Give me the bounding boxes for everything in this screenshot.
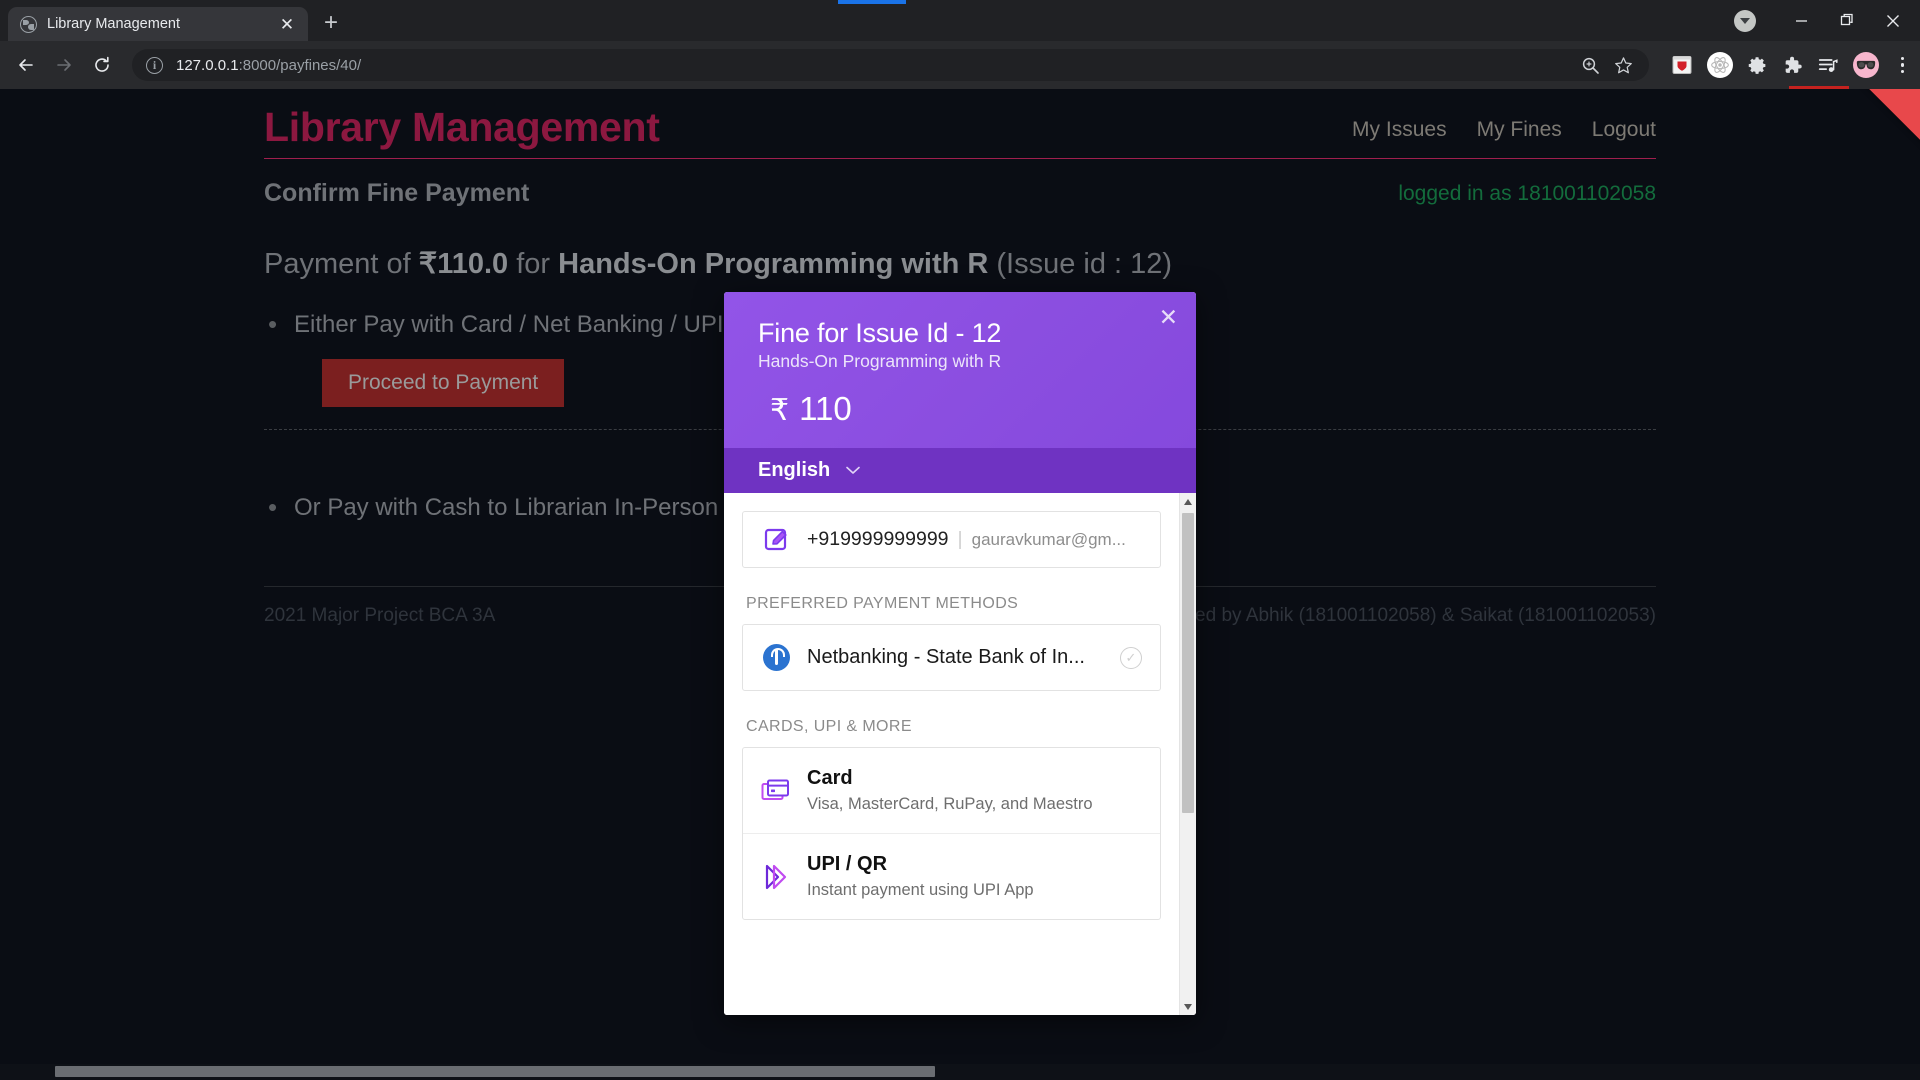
chrome-menu-icon[interactable] — [1893, 53, 1913, 78]
payment-method-name: Netbanking - State Bank of In... — [807, 646, 1085, 669]
scrollbar-thumb[interactable] — [1182, 513, 1194, 813]
tab-title: Library Management — [47, 16, 268, 32]
logged-in-status: logged in as 181001102058 — [1398, 182, 1656, 206]
url-path: :8000/payfines/40/ — [239, 57, 362, 74]
playlist-icon[interactable] — [1817, 54, 1839, 76]
page-horizontal-scrollbar[interactable] — [0, 1064, 1920, 1080]
nav-link-my-fines[interactable]: My Fines — [1477, 118, 1562, 142]
gear-icon[interactable] — [1747, 55, 1768, 76]
browser-window: Library Management ✕ + — [0, 0, 1920, 1080]
razorpay-scroll-area: +919999999999 | gauravkumar@gm... PREFERRE… — [724, 493, 1179, 1015]
close-icon[interactable]: ✕ — [1159, 306, 1178, 329]
payment-amount: ₹110.0 — [419, 248, 508, 280]
profile-avatar-icon[interactable] — [1853, 52, 1879, 78]
close-window-button[interactable] — [1870, 0, 1916, 41]
url-text: 127.0.0.1:8000/payfines/40/ — [176, 57, 361, 74]
back-button[interactable] — [8, 47, 44, 83]
payment-method-desc: Visa, MasterCard, RuPay, and Maestro — [807, 795, 1093, 814]
contact-details-row[interactable]: +919999999999 | gauravkumar@gm... — [742, 511, 1161, 568]
payment-method-title: Card — [807, 767, 853, 789]
globe-icon — [20, 16, 37, 33]
preferred-methods-card: Netbanking - State Bank of In... ✓ — [742, 624, 1161, 691]
edit-contact-icon — [761, 527, 791, 552]
page-viewport: Library Management My Issues My Fines Lo… — [0, 89, 1920, 1080]
preferred-methods-label: PREFERRED PAYMENT METHODS — [746, 595, 1161, 613]
payment-method-upi-text: UPI / QR Instant payment using UPI App — [807, 853, 1034, 900]
payment-summary: Payment of ₹110.0 for Hands-On Programmi… — [264, 208, 1656, 281]
razorpay-title: Fine for Issue Id - 12 — [758, 318, 1162, 349]
upi-qr-icon — [761, 863, 791, 891]
puzzle-extensions-icon[interactable] — [1782, 55, 1803, 76]
razorpay-amount: ₹110 — [758, 390, 1162, 428]
horizontal-scrollbar-marker — [320, 1066, 380, 1077]
nav-link-logout[interactable]: Logout — [1592, 118, 1656, 142]
scroll-up-icon[interactable] — [1180, 493, 1196, 510]
razorpay-header: ✕ Fine for Issue Id - 12 Hands-On Progra… — [724, 292, 1196, 448]
contact-phone: +919999999999 — [807, 528, 949, 550]
contact-divider: | — [958, 528, 963, 550]
payment-method-card-text: Card Visa, MasterCard, RuPay, and Maestr… — [807, 767, 1093, 814]
site-nav: My Issues My Fines Logout — [1352, 118, 1656, 150]
footer-left-text: 2021 Major Project BCA 3A — [264, 605, 495, 627]
minimize-button[interactable] — [1778, 0, 1824, 41]
tab-strip: Library Management ✕ + — [0, 0, 1920, 41]
payment-mid: for — [508, 248, 558, 280]
razorpay-amount-value: 110 — [799, 390, 852, 427]
bitwarden-icon[interactable] — [1671, 54, 1693, 76]
close-icon[interactable]: ✕ — [278, 16, 296, 33]
chevron-down-icon[interactable] — [1734, 10, 1756, 32]
subheader-row: Confirm Fine Payment logged in as 181001… — [264, 159, 1656, 208]
payment-book-title: Hands-On Programming with R — [558, 248, 988, 280]
razorpay-body: +919999999999 | gauravkumar@gm... PREFERRE… — [724, 493, 1196, 1015]
language-label: English — [758, 459, 830, 482]
contact-text: +919999999999 | gauravkumar@gm... — [807, 528, 1126, 551]
page-title: Library Management — [264, 105, 660, 150]
zoom-icon[interactable] — [1581, 56, 1600, 75]
razorpay-subtitle: Hands-On Programming with R — [758, 351, 1162, 372]
extensions-row — [1661, 52, 1913, 78]
payment-method-desc: Instant payment using UPI App — [807, 881, 1034, 900]
language-selector[interactable]: English — [724, 448, 1196, 493]
site-header: Library Management My Issues My Fines Lo… — [264, 89, 1656, 159]
payment-method-card[interactable]: Card Visa, MasterCard, RuPay, and Maestr… — [743, 748, 1160, 833]
scroll-down-icon[interactable] — [1180, 998, 1196, 1015]
modal-scrollbar[interactable] — [1179, 493, 1196, 1015]
payment-method-upi-qr[interactable]: UPI / QR Instant payment using UPI App — [743, 833, 1160, 919]
more-methods-label: CARDS, UPI & MORE — [746, 718, 1161, 736]
browser-tab[interactable]: Library Management ✕ — [8, 7, 308, 41]
payment-method-title: UPI / QR — [807, 853, 887, 875]
tab-loading-indicator — [838, 0, 906, 4]
url-host: 127.0.0.1 — [176, 57, 239, 74]
browser-toolbar: i 127.0.0.1:8000/payfines/40/ — [0, 41, 1920, 89]
proceed-to-payment-button[interactable]: Proceed to Payment — [322, 359, 564, 407]
check-circle-icon: ✓ — [1120, 647, 1142, 669]
react-devtools-icon[interactable] — [1707, 52, 1733, 78]
address-bar[interactable]: i 127.0.0.1:8000/payfines/40/ — [132, 49, 1649, 81]
forward-button[interactable] — [46, 47, 82, 83]
reload-button[interactable] — [84, 47, 120, 83]
payment-issue-id: (Issue id : 12) — [988, 248, 1172, 280]
window-controls — [1734, 0, 1920, 41]
site-info-icon[interactable]: i — [146, 57, 163, 74]
razorpay-checkout-modal: ✕ Fine for Issue Id - 12 Hands-On Progra… — [724, 292, 1196, 1015]
card-icon — [761, 778, 791, 804]
maximize-button[interactable] — [1824, 0, 1870, 41]
bookmark-star-icon[interactable] — [1614, 56, 1633, 75]
section-title: Confirm Fine Payment — [264, 179, 529, 208]
logged-in-username: 181001102058 — [1517, 182, 1656, 205]
rupee-symbol-icon: ₹ — [770, 394, 789, 427]
horizontal-scrollbar-thumb[interactable] — [55, 1066, 935, 1077]
sbi-bank-icon — [761, 644, 791, 671]
more-methods-card: Card Visa, MasterCard, RuPay, and Maestr… — [742, 747, 1161, 920]
payment-prefix: Payment of — [264, 248, 419, 280]
new-tab-button[interactable]: + — [314, 6, 348, 40]
logged-in-label: logged in as — [1398, 182, 1517, 205]
contact-email: gauravkumar@gm... — [972, 530, 1126, 549]
nav-link-my-issues[interactable]: My Issues — [1352, 118, 1447, 142]
payment-method-netbanking-sbi[interactable]: Netbanking - State Bank of In... ✓ — [743, 625, 1160, 690]
chevron-down-icon — [846, 462, 860, 479]
